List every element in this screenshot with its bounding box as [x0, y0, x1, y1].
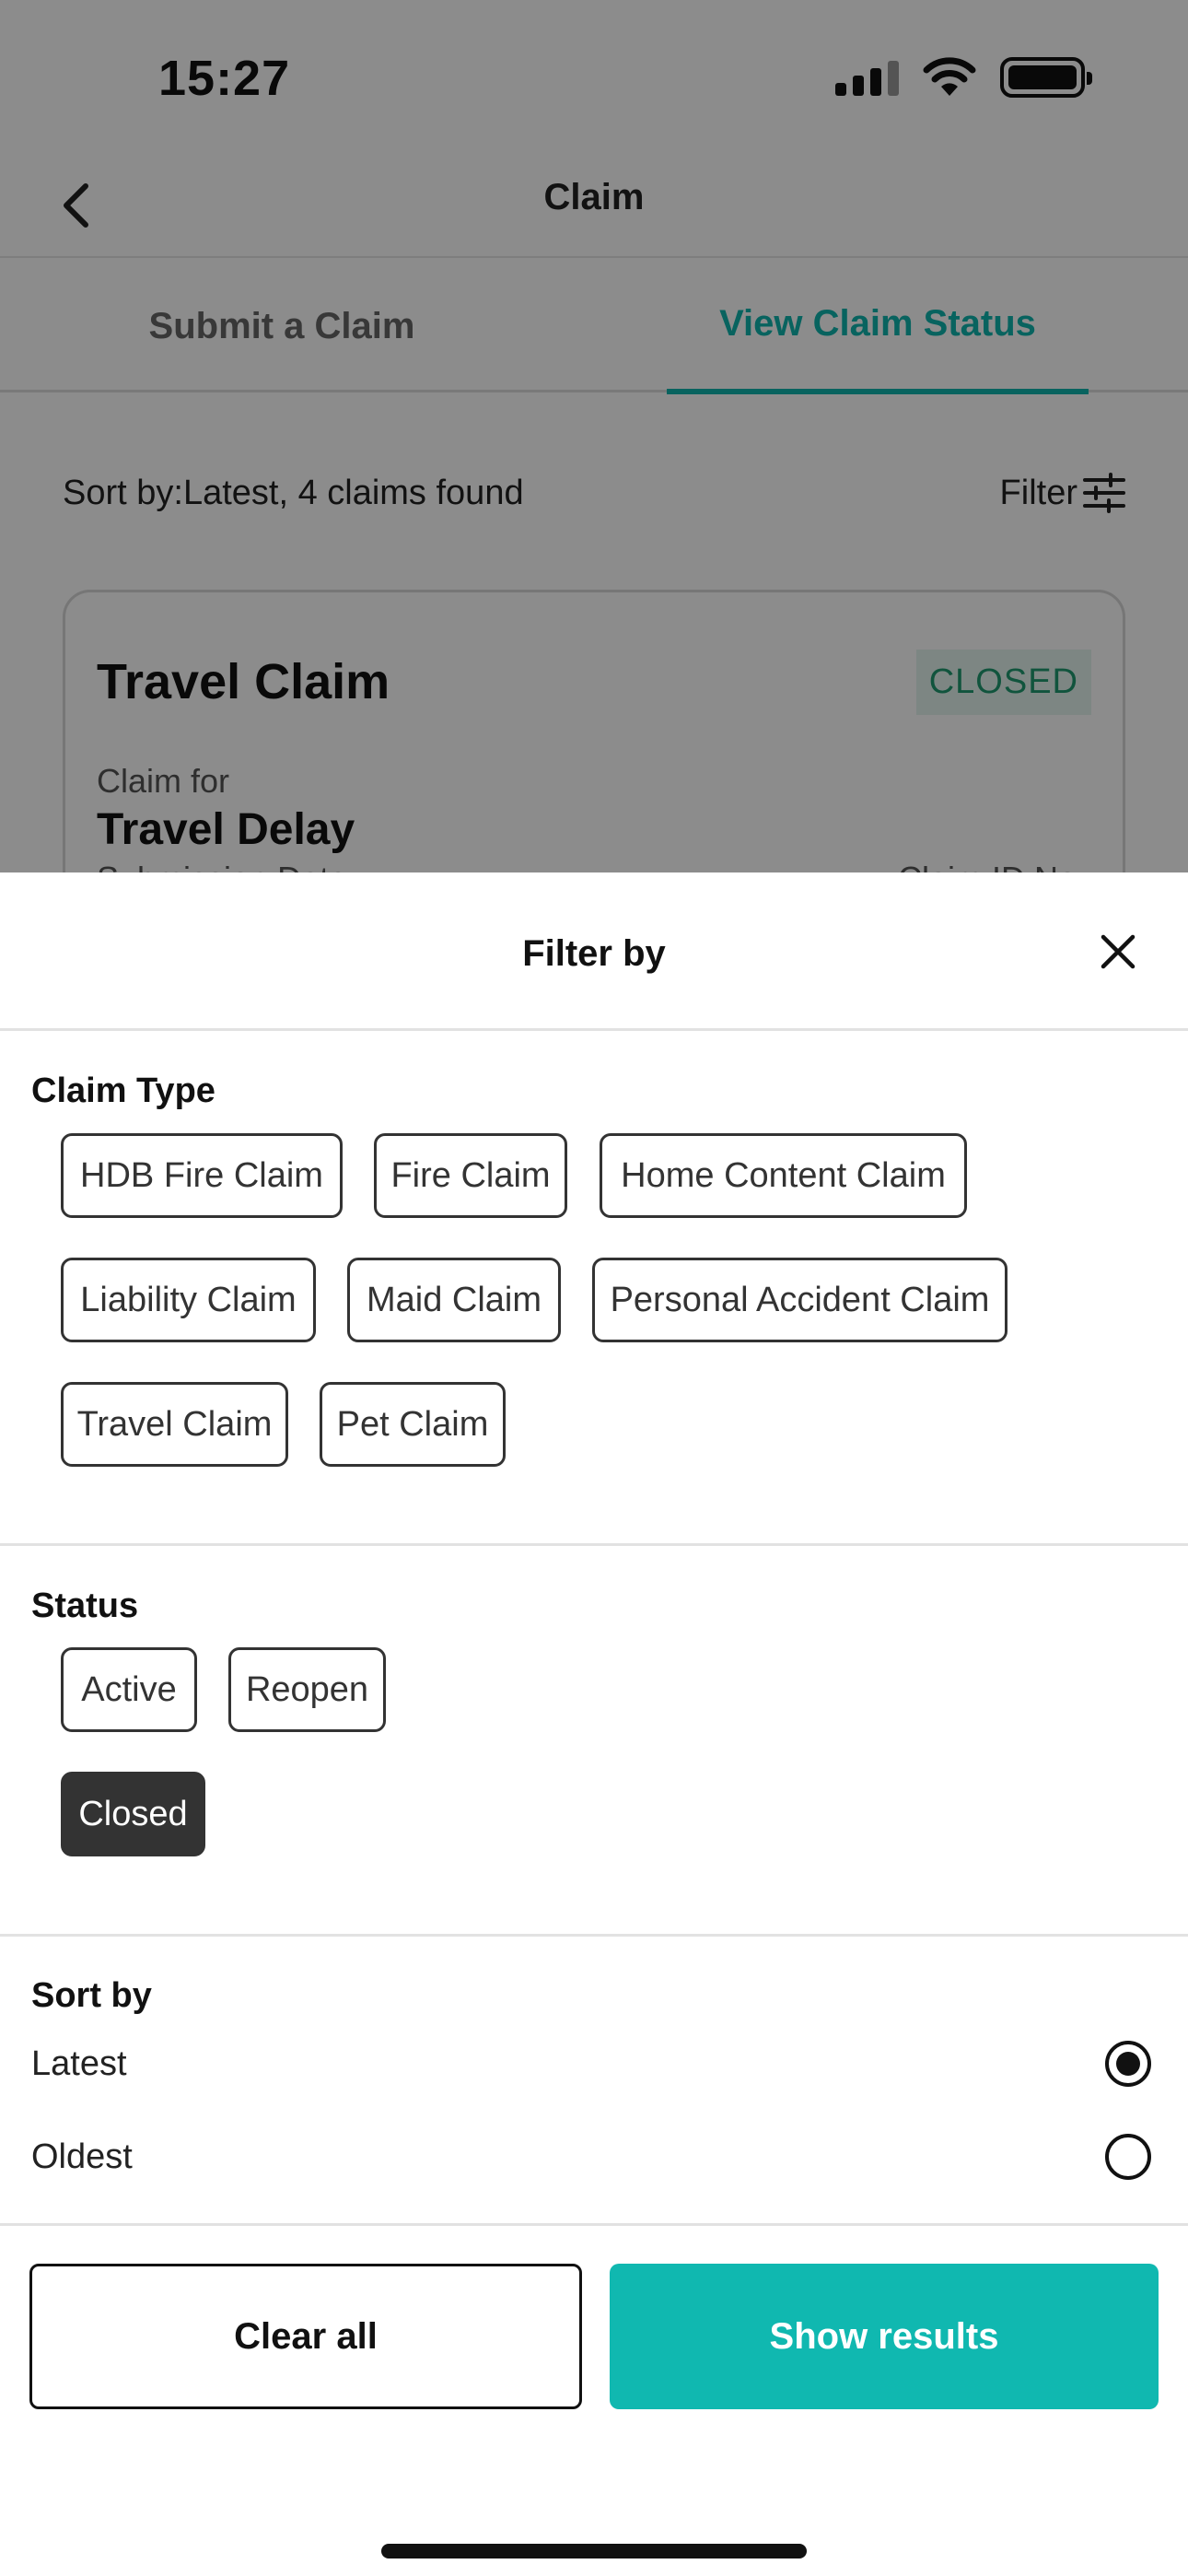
radio-unselected-icon[interactable]: [1105, 2134, 1151, 2180]
chip-home-content-claim[interactable]: Home Content Claim: [600, 1133, 967, 1218]
chip-status-reopen[interactable]: Reopen: [228, 1647, 386, 1732]
sort-option-label: Latest: [31, 2043, 127, 2083]
chip-pet-claim[interactable]: Pet Claim: [320, 1382, 506, 1467]
close-icon: [1101, 934, 1136, 969]
filter-sheet-header: Filter by: [0, 872, 1188, 1031]
status-title: Status: [31, 1587, 139, 1625]
chip-liability-claim[interactable]: Liability Claim: [61, 1258, 316, 1342]
sort-option-latest[interactable]: Latest: [31, 2032, 1151, 2096]
chip-hdb-fire-claim[interactable]: HDB Fire Claim: [61, 1133, 343, 1218]
filter-sheet: Filter by Claim Type HDB Fire Claim Fire…: [0, 872, 1188, 2576]
filter-sheet-title: Filter by: [522, 933, 666, 974]
home-indicator: [381, 2544, 807, 2558]
modal-backdrop[interactable]: [0, 0, 1188, 872]
chip-fire-claim[interactable]: Fire Claim: [374, 1133, 567, 1218]
divider: [0, 1934, 1188, 1937]
sort-by-title: Sort by: [31, 1976, 152, 2015]
sort-option-oldest[interactable]: Oldest: [31, 2125, 1151, 2189]
chip-personal-accident-claim[interactable]: Personal Accident Claim: [592, 1258, 1007, 1342]
chip-maid-claim[interactable]: Maid Claim: [347, 1258, 561, 1342]
radio-selected-icon[interactable]: [1105, 2041, 1151, 2087]
sort-option-label: Oldest: [31, 2137, 133, 2176]
divider: [0, 2223, 1188, 2226]
divider: [0, 1543, 1188, 1546]
chip-travel-claim[interactable]: Travel Claim: [61, 1382, 288, 1467]
chip-status-active[interactable]: Active: [61, 1647, 197, 1732]
show-results-button[interactable]: Show results: [610, 2264, 1159, 2409]
claim-type-title: Claim Type: [31, 1071, 215, 1110]
clear-all-button[interactable]: Clear all: [29, 2264, 582, 2409]
chip-status-closed[interactable]: Closed: [61, 1772, 205, 1856]
close-button[interactable]: [1090, 924, 1146, 979]
